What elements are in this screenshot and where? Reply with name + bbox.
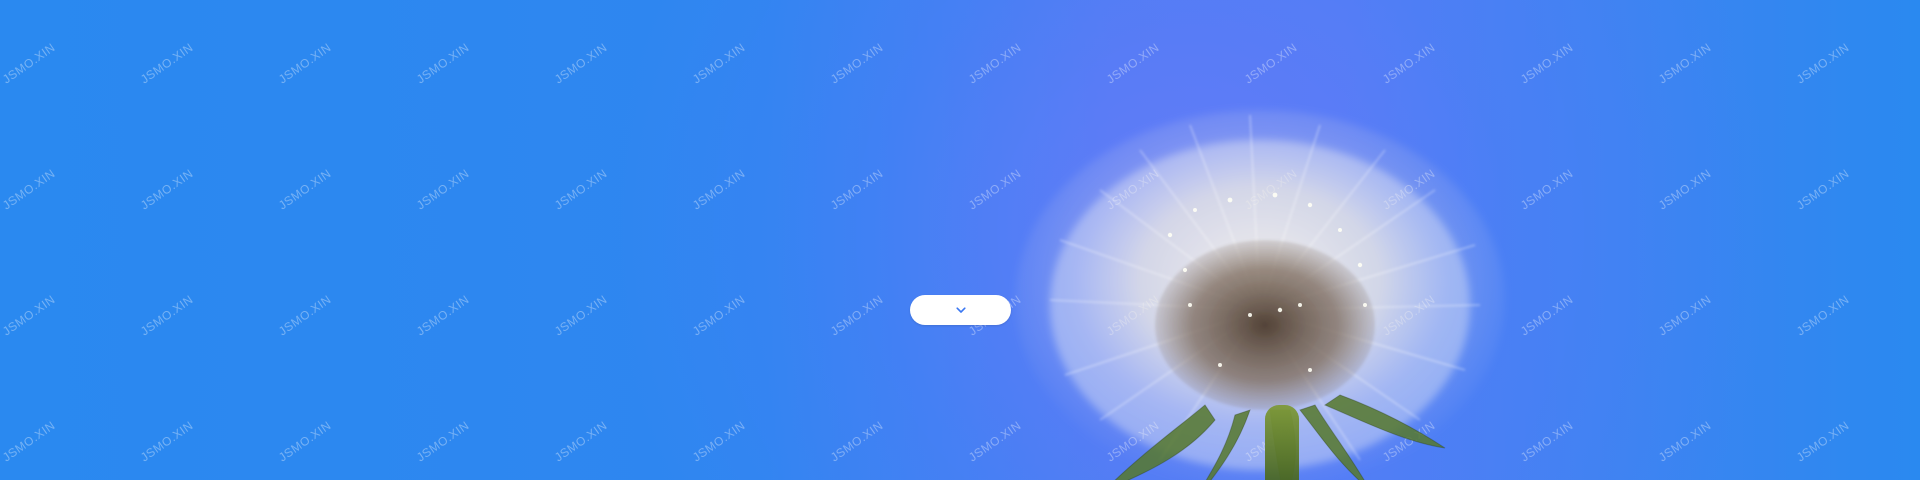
watermark-text: JSMO.XIN	[414, 40, 472, 87]
watermark-text: JSMO.XIN	[966, 40, 1024, 87]
watermark-text: JSMO.XIN	[1104, 166, 1162, 213]
watermark-text: JSMO.XIN	[0, 166, 58, 213]
chevron-down-icon	[955, 307, 966, 313]
watermark-text: JSMO.XIN	[138, 292, 196, 339]
watermark-text: JSMO.XIN	[828, 166, 886, 213]
watermark-text: JSMO.XIN	[1518, 418, 1576, 465]
watermark-text: JSMO.XIN	[690, 292, 748, 339]
watermark-text: JSMO.XIN	[1242, 418, 1300, 465]
watermark-text: JSMO.XIN	[276, 166, 334, 213]
watermark-text: JSMO.XIN	[414, 418, 472, 465]
watermark-text: JSMO.XIN	[966, 166, 1024, 213]
watermark-text: JSMO.XIN	[138, 166, 196, 213]
watermark-text: JSMO.XIN	[1794, 166, 1852, 213]
watermark-text: JSMO.XIN	[414, 292, 472, 339]
watermark-text: JSMO.XIN	[1380, 166, 1438, 213]
watermark-text: JSMO.XIN	[690, 418, 748, 465]
watermark-text: JSMO.XIN	[1518, 292, 1576, 339]
dandelion-image	[1015, 110, 1505, 480]
watermark-text: JSMO.XIN	[1656, 40, 1714, 87]
watermark-text: JSMO.XIN	[1656, 166, 1714, 213]
watermark-text: JSMO.XIN	[1794, 40, 1852, 87]
watermark-text: JSMO.XIN	[552, 418, 610, 465]
watermark-text: JSMO.XIN	[1242, 292, 1300, 339]
watermark-text: JSMO.XIN	[1794, 418, 1852, 465]
watermark-text: JSMO.XIN	[828, 292, 886, 339]
watermark-text: JSMO.XIN	[276, 40, 334, 87]
watermark-text: JSMO.XIN	[552, 292, 610, 339]
watermark-text: JSMO.XIN	[0, 292, 58, 339]
hero-banner: JSMO.XIN JSMO.XIN JSMO.XIN JSMO.XIN JSMO.XIN…	[0, 0, 1920, 480]
scroll-down-button[interactable]	[910, 295, 1011, 325]
watermark-text: JSMO.XIN	[1518, 40, 1576, 87]
watermark-text: JSMO.XIN	[1380, 40, 1438, 87]
watermark-text: JSMO.XIN	[828, 418, 886, 465]
watermark-text: JSMO.XIN	[1380, 418, 1438, 465]
watermark-text: JSMO.XIN	[1656, 292, 1714, 339]
watermark-text: JSMO.XIN	[1242, 166, 1300, 213]
watermark-text: JSMO.XIN	[690, 40, 748, 87]
watermark-text: JSMO.XIN	[966, 418, 1024, 465]
watermark-text: JSMO.XIN	[1380, 292, 1438, 339]
watermark-text: JSMO.XIN	[1104, 292, 1162, 339]
watermark-text: JSMO.XIN	[0, 40, 58, 87]
watermark-text: JSMO.XIN	[828, 40, 886, 87]
watermark-text: JSMO.XIN	[1242, 40, 1300, 87]
watermark-text: JSMO.XIN	[1656, 418, 1714, 465]
watermark-text: JSMO.XIN	[552, 166, 610, 213]
watermark-text: JSMO.XIN	[414, 166, 472, 213]
watermark-text: JSMO.XIN	[552, 40, 610, 87]
watermark-text: JSMO.XIN	[1104, 418, 1162, 465]
watermark-text: JSMO.XIN	[690, 166, 748, 213]
watermark-text: JSMO.XIN	[1518, 166, 1576, 213]
watermark-layer: JSMO.XIN JSMO.XIN JSMO.XIN JSMO.XIN JSMO.XIN…	[0, 0, 1920, 480]
watermark-text: JSMO.XIN	[138, 40, 196, 87]
watermark-text: JSMO.XIN	[1104, 40, 1162, 87]
watermark-text: JSMO.XIN	[0, 418, 58, 465]
watermark-text: JSMO.XIN	[276, 418, 334, 465]
watermark-text: JSMO.XIN	[276, 292, 334, 339]
watermark-text: JSMO.XIN	[138, 418, 196, 465]
watermark-text: JSMO.XIN	[1794, 292, 1852, 339]
